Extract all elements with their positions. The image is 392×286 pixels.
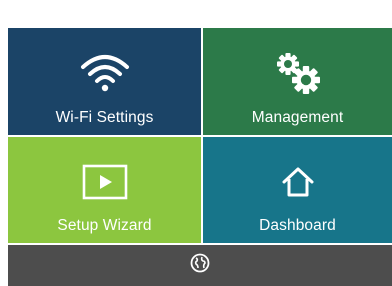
- setup-wizard-tile[interactable]: Setup Wizard: [8, 137, 201, 243]
- wifi-settings-label: Wi-Fi Settings: [55, 109, 154, 126]
- home-icon: [203, 159, 392, 205]
- dashboard-label: Dashboard: [259, 217, 336, 234]
- management-label: Management: [251, 109, 344, 126]
- management-tile[interactable]: Management: [203, 28, 392, 135]
- language-bar[interactable]: [8, 245, 392, 286]
- dashboard-tile[interactable]: Dashboard: [203, 137, 392, 243]
- play-icon: [8, 159, 201, 205]
- menu-grid: Wi-Fi Settings Management Setup Wizard D…: [8, 28, 392, 286]
- setup-wizard-label: Setup Wizard: [57, 217, 152, 234]
- wifi-icon: [8, 50, 201, 96]
- globe-icon[interactable]: [190, 253, 210, 278]
- gears-icon: [203, 50, 392, 96]
- wifi-settings-tile[interactable]: Wi-Fi Settings: [8, 28, 201, 135]
